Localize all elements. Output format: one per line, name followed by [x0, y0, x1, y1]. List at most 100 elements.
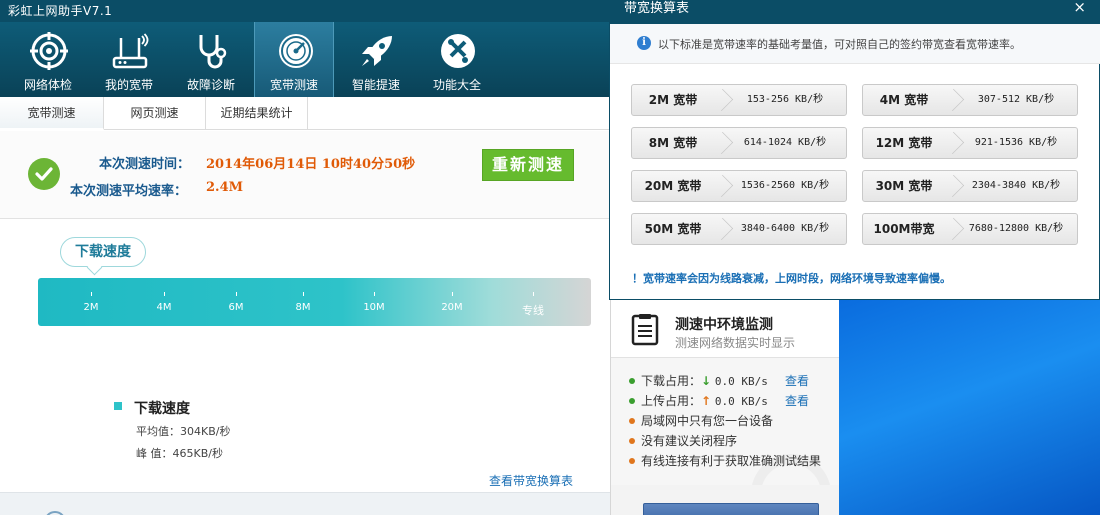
close-icon[interactable]: ×: [1073, 0, 1086, 16]
scale-tick-label: 2M: [83, 302, 99, 313]
download-speed-bubble: 下载速度: [60, 237, 146, 267]
success-check-icon: [28, 158, 60, 190]
bandwidth-label: 30M 宽带: [875, 179, 933, 193]
sub-tabs: 宽带测速 网页测速 近期结果统计: [0, 97, 610, 130]
tab-web-speed[interactable]: 网页测速: [104, 97, 206, 130]
scale-tick: [533, 292, 534, 296]
monitor-subtitle: 测速网络数据实时显示: [675, 336, 796, 350]
dialog-title: 带宽换算表: [624, 1, 690, 16]
main-window: 彩虹上网助手V7.1 网络体检 我的宽带 故障诊断 宽带测速 智能提速 功能大全…: [0, 0, 610, 515]
tool-my-broadband[interactable]: 我的宽带: [89, 28, 169, 95]
app-title: 彩虹上网助手V7.1: [8, 4, 113, 18]
info-icon: i: [637, 36, 651, 50]
tool-all-features[interactable]: 功能大全: [417, 28, 497, 95]
scale-tick: [452, 292, 453, 296]
legend-swatch: [114, 402, 122, 410]
monitor-footer: [611, 485, 839, 515]
bandwidth-rate: 1536-2560 KB/秒: [740, 180, 830, 191]
dialog-title-bar[interactable]: 带宽换算表 ×: [610, 0, 1100, 24]
scale-tick: [91, 292, 92, 296]
bandwidth-rate: 3840-6400 KB/秒: [740, 223, 830, 234]
tool-label: 功能大全: [432, 78, 481, 92]
retest-button[interactable]: 重新测速: [482, 149, 574, 181]
list-item-wired: 有线连接有利于获取准确测试结果: [629, 452, 821, 469]
scale-tick-label: 10M: [363, 302, 385, 313]
circle-icon: [44, 511, 66, 515]
view-upload-link[interactable]: 查看: [785, 392, 809, 409]
bandwidth-rate: 7680-12800 KB/秒: [968, 223, 1064, 234]
download-usage-value: 0.0 KB/s: [714, 375, 768, 388]
list-item-download: 下载占用：↓ 0.0 KB/s: [629, 372, 768, 389]
bandwidth-row: 12M 宽带 921-1536 KB/秒: [862, 127, 1078, 159]
tab-broadband-speed[interactable]: 宽带测速: [0, 97, 104, 130]
test-time-value: 2014年06月14日 10时40分50秒: [206, 157, 416, 172]
scale-tick-label: 专线: [522, 304, 544, 317]
desktop-background: [838, 300, 1100, 515]
scale-tick-label: 20M: [441, 302, 463, 313]
speed-gauge-area: 下载速度 2M 4M 6M 8M 10M 20M 专线 下载速度 平均值：304…: [0, 220, 610, 495]
bandwidth-label: 100M带宽: [873, 222, 935, 236]
lan-status-text: 局域网中只有您一台设备: [641, 414, 774, 428]
tool-network-checkup[interactable]: 网络体检: [8, 28, 88, 95]
scale-tick-label: 4M: [156, 302, 172, 313]
avg-speed-value: 平均值：304KB/秒: [136, 425, 231, 438]
monitor-list: 下载占用：↓ 0.0 KB/s 查看 上传占用：↑ 0.0 KB/s 查看 局域…: [611, 358, 839, 515]
environment-monitor-panel: 测速中环境监测 测速网络数据实时显示 下载占用：↓ 0.0 KB/s 查看 上传…: [610, 300, 839, 515]
bandwidth-row: 8M 宽带 614-1024 KB/秒: [631, 127, 847, 159]
document-icon: [631, 314, 659, 346]
status-dot: [629, 437, 635, 444]
bandwidth-label: 8M 宽带: [648, 136, 698, 150]
bandwidth-row: 100M带宽 7680-12800 KB/秒: [862, 213, 1078, 245]
tool-label: 我的宽带: [104, 78, 153, 92]
scale-tick: [236, 292, 237, 296]
peak-speed-value: 峰 值：465KB/秒: [136, 447, 223, 460]
scale-tick-label: 8M: [295, 302, 311, 313]
list-item-programs: 没有建议关闭程序: [629, 432, 737, 449]
list-item-upload: 上传占用：↑ 0.0 KB/s: [629, 392, 768, 409]
bandwidth-row: 30M 宽带 2304-3840 KB/秒: [862, 170, 1078, 202]
up-arrow-icon: ↑: [701, 394, 712, 408]
tab-recent-stats[interactable]: 近期结果统计: [206, 97, 308, 130]
bandwidth-label: 12M 宽带: [875, 136, 933, 150]
programs-status-text: 没有建议关闭程序: [641, 434, 738, 448]
bandwidth-row: 20M 宽带 1536-2560 KB/秒: [631, 170, 847, 202]
download-usage-label: 下载占用：: [641, 374, 702, 388]
monitor-action-button[interactable]: [643, 503, 819, 515]
bandwidth-label: 4M 宽带: [879, 93, 929, 107]
view-download-link[interactable]: 查看: [785, 372, 809, 389]
bandwidth-rate: 614-1024 KB/秒: [743, 137, 827, 148]
avg-rate-label: 本次测速平均速率：: [70, 184, 188, 199]
down-arrow-icon: ↓: [701, 374, 712, 388]
router-icon: [112, 33, 149, 69]
monitor-header: 测速中环境监测 测速网络数据实时显示: [611, 300, 839, 358]
tool-smart-boost[interactable]: 智能提速: [336, 28, 416, 95]
monitor-title: 测速中环境监测: [675, 317, 773, 333]
bandwidth-rate: 921-1536 KB/秒: [974, 137, 1058, 148]
stethoscope-icon: [199, 35, 227, 69]
status-dot: [629, 397, 635, 404]
download-speed-title: 下载速度: [134, 401, 190, 417]
avg-rate-value: 2.4M: [206, 180, 244, 195]
view-bandwidth-table-link[interactable]: 查看带宽换算表: [489, 472, 573, 489]
dialog-info-bar: i 以下标准是宽带速率的基础考量值，可对照自己的签约带宽查看宽带速率。: [610, 24, 1100, 64]
rocket-icon: [362, 36, 392, 66]
rate-warning-note: ！宽带速率会因为线路衰减，上网时段，网络环境导致速率偏慢。: [632, 272, 951, 285]
scale-tick-label: 6M: [228, 302, 244, 313]
tool-diagnosis[interactable]: 故障诊断: [171, 28, 251, 95]
bandwidth-table-dialog: 带宽换算表 × i 以下标准是宽带速率的基础考量值，可对照自己的签约带宽查看宽带…: [609, 0, 1100, 300]
list-item-lan: 局域网中只有您一台设备: [629, 412, 773, 429]
tool-label: 智能提速: [351, 78, 400, 92]
title-bar[interactable]: 彩虹上网助手V7.1: [0, 0, 610, 22]
bandwidth-label: 20M 宽带: [644, 179, 702, 193]
bandwidth-row: 4M 宽带 307-512 KB/秒: [862, 84, 1078, 116]
tool-speed-test[interactable]: 宽带测速: [254, 22, 334, 97]
upload-usage-value: 0.0 KB/s: [714, 395, 768, 408]
bandwidth-row: 2M 宽带 153-256 KB/秒: [631, 84, 847, 116]
status-dot: [629, 457, 635, 464]
info-text: 以下标准是宽带速率的基础考量值，可对照自己的签约带宽查看宽带速率。: [658, 38, 1021, 51]
speedometer-icon: [279, 34, 313, 68]
bandwidth-label: 50M 宽带: [644, 222, 702, 236]
bottom-strip: [0, 492, 610, 515]
speed-scale-bar: 2M 4M 6M 8M 10M 20M 专线: [38, 278, 591, 326]
tool-label: 宽带测速: [269, 78, 318, 92]
